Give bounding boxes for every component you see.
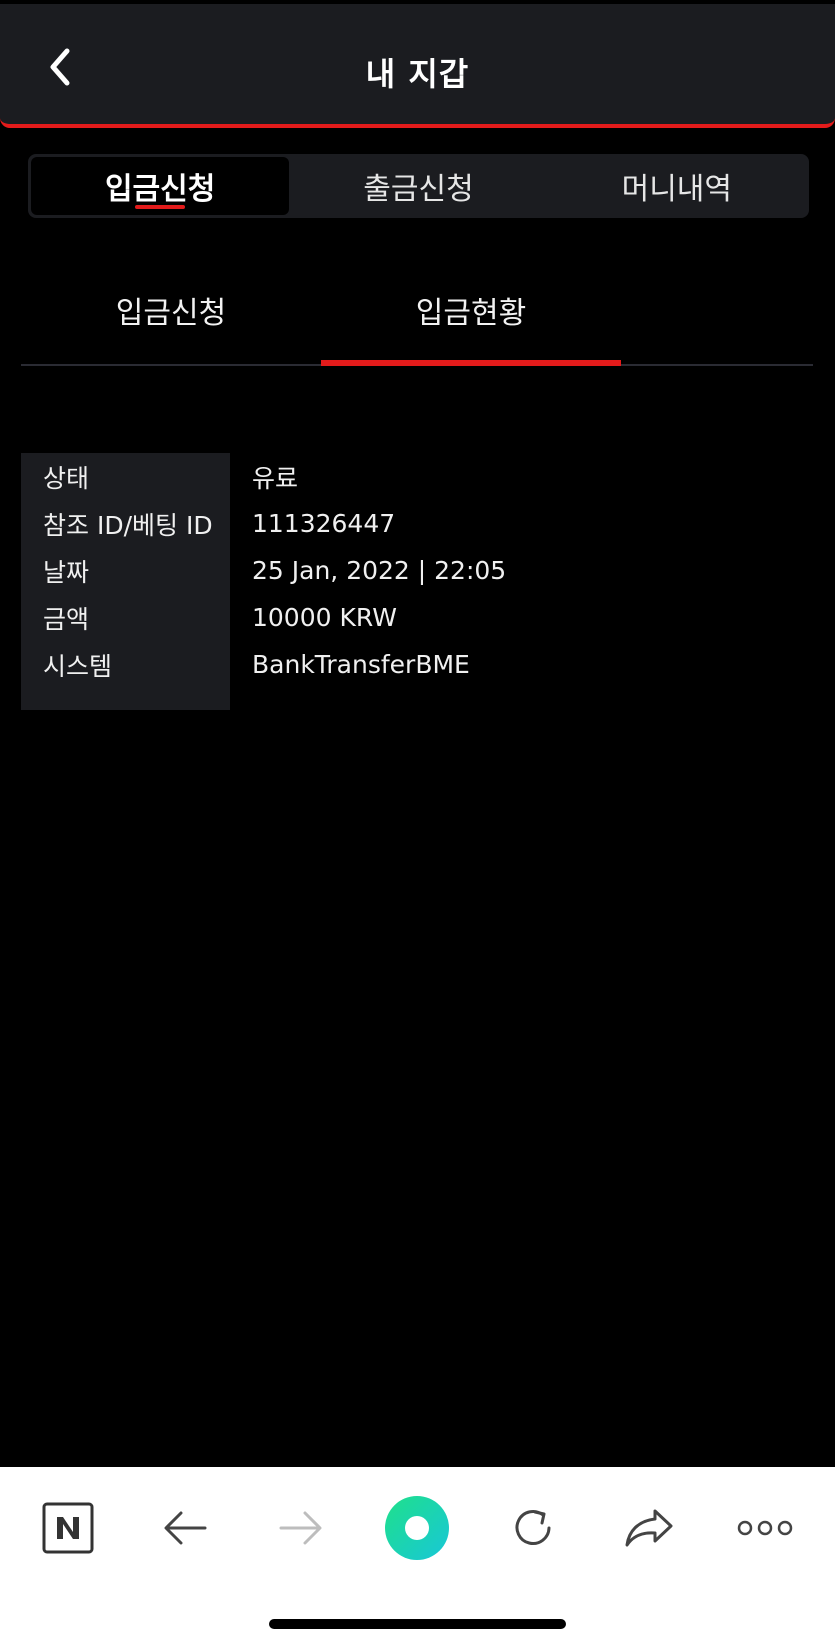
row-label: 상태 bbox=[43, 463, 90, 493]
tab-deposit-request[interactable]: 입금신청 bbox=[31, 157, 290, 215]
browser-forward-button[interactable] bbox=[261, 1493, 341, 1563]
app-header: 내 지갑 bbox=[0, 4, 835, 128]
tab-label: 출금신청 bbox=[363, 172, 474, 207]
refresh-button[interactable] bbox=[493, 1493, 573, 1563]
row-value: 10000 KRW bbox=[252, 603, 397, 632]
wallet-segment-tabs: 입금신청 출금신청 머니내역 bbox=[28, 154, 809, 218]
tab-withdraw-request[interactable]: 출금신청 bbox=[289, 157, 547, 215]
row-value: BankTransferBME bbox=[252, 650, 470, 679]
forward-arrow-icon bbox=[279, 1511, 322, 1545]
tab-money-history[interactable]: 머니내역 bbox=[548, 157, 806, 215]
detail-row-amount: 금액 10000 KRW bbox=[21, 594, 813, 641]
row-label: 날짜 bbox=[43, 557, 90, 587]
green-dot-button[interactable] bbox=[377, 1493, 457, 1563]
tab-label: 머니내역 bbox=[621, 172, 733, 207]
row-value: 111326447 bbox=[252, 509, 396, 538]
detail-row-system: 시스템 BankTransferBME bbox=[21, 641, 813, 688]
row-value: 유료 bbox=[252, 463, 299, 493]
home-indicator bbox=[269, 1619, 566, 1629]
tab-label: 입금신청 bbox=[104, 172, 216, 207]
browser-back-button[interactable] bbox=[145, 1493, 225, 1563]
row-value: 25 Jan, 2022 | 22:05 bbox=[252, 556, 507, 585]
deposit-subtabs: 입금신청 입금현황 bbox=[21, 254, 813, 366]
back-arrow-icon bbox=[164, 1511, 207, 1545]
green-circle-icon bbox=[385, 1496, 449, 1560]
subtab-deposit-request[interactable]: 입금신청 bbox=[21, 254, 321, 366]
detail-row-reference-id: 참조 ID/베팅 ID 111326447 bbox=[21, 500, 813, 547]
naver-n-icon bbox=[42, 1502, 94, 1554]
refresh-icon bbox=[515, 1510, 551, 1545]
subtab-deposit-status[interactable]: 입금현황 bbox=[321, 254, 621, 366]
more-button[interactable] bbox=[725, 1493, 805, 1563]
active-tab-underline bbox=[135, 205, 186, 209]
share-button[interactable] bbox=[609, 1493, 689, 1563]
naver-home-button[interactable] bbox=[28, 1493, 108, 1563]
row-label: 참조 ID/베팅 ID bbox=[43, 510, 213, 540]
detail-row-date: 날짜 25 Jan, 2022 | 22:05 bbox=[21, 547, 813, 594]
more-icon bbox=[737, 1520, 793, 1536]
subtab-label: 입금현황 bbox=[415, 296, 527, 331]
row-label: 시스템 bbox=[43, 651, 113, 681]
detail-row-status: 상태 유료 bbox=[21, 453, 813, 500]
browser-toolbar bbox=[0, 1467, 835, 1646]
active-subtab-indicator bbox=[321, 360, 621, 366]
share-icon bbox=[625, 1509, 673, 1547]
row-label: 금액 bbox=[43, 604, 90, 634]
subtab-label: 입금신청 bbox=[115, 296, 227, 331]
page-title: 내 지갑 bbox=[365, 55, 470, 93]
